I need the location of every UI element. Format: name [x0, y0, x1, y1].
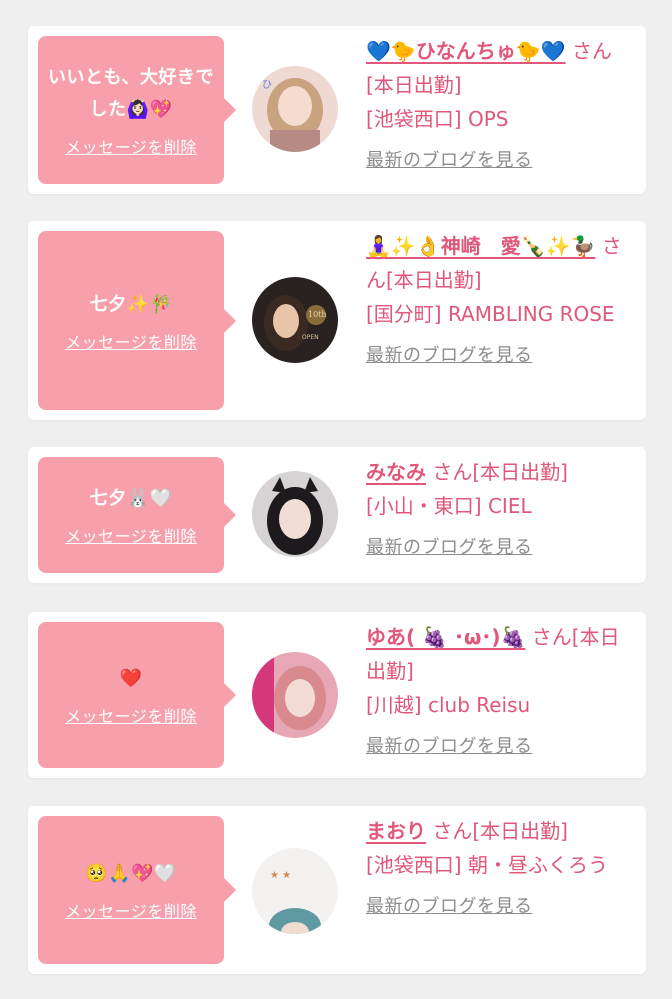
latest-blog-link[interactable]: 最新のブログを見る — [366, 730, 533, 764]
shop-label: [小山・東口] CIEL — [366, 494, 532, 518]
message-text: いいとも、大好きでした🙆🏻‍♀️💖 — [48, 67, 214, 120]
cast-info: まおり さん[本日出勤] [池袋西口] 朝・昼ふくろう 最新のブログを見る — [366, 814, 638, 924]
cast-name-link[interactable]: 🧘‍♀️✨👌神崎 愛🍾✨🦆 — [366, 234, 595, 258]
delete-message-link[interactable]: メッセージを削除 — [65, 523, 197, 547]
shop-label: [川越] club Reisu — [366, 693, 531, 717]
list-item: 🥺🙏💖🤍 メッセージを削除 ★ ★ まおり さん[本日出勤] [池袋西口] 朝・… — [28, 806, 646, 974]
shop-label: [池袋西口] 朝・昼ふくろう — [366, 853, 608, 877]
latest-blog-link[interactable]: 最新のブログを見る — [366, 531, 533, 565]
svg-text:★ ★: ★ ★ — [270, 870, 291, 881]
cast-name-link[interactable]: 💙🐤ひなんちゅ🐤💙 — [366, 39, 566, 63]
cast-name-link[interactable]: まおり — [366, 819, 426, 843]
delete-message-link[interactable]: メッセージを削除 — [65, 703, 197, 727]
message-bubble: いいとも、大好きでした🙆🏻‍♀️💖 メッセージを削除 — [38, 36, 236, 184]
cast-name-link[interactable]: みなみ — [366, 460, 426, 484]
list-item: いいとも、大好きでした🙆🏻‍♀️💖 メッセージを削除 ひ 💙🐤ひなんちゅ🐤💙 さ… — [28, 26, 646, 194]
avatar[interactable]: ひ — [252, 66, 338, 152]
message-text: ❤️ — [119, 668, 143, 689]
latest-blog-link[interactable]: 最新のブログを見る — [366, 339, 533, 373]
cast-status: さん[本日出勤] — [426, 819, 568, 843]
cast-info: 💙🐤ひなんちゅ🐤💙 さん[本日出勤] [池袋西口] OPS 最新のブログを見る — [366, 34, 638, 178]
list-item: 七夕🐰🤍 メッセージを削除 みなみ さん[本日出勤] [小山・東口] CIEL … — [28, 447, 646, 583]
message-bubble: 七夕✨🎋 メッセージを削除 — [38, 231, 236, 410]
avatar[interactable] — [252, 652, 338, 738]
avatar[interactable]: 10th OPEN — [252, 277, 338, 363]
list-item: ❤️ メッセージを削除 ゆあ( 🍇 ･ω･)🍇 さん[本日出勤] [川越] cl… — [28, 612, 646, 778]
message-text: 七夕🐰🤍 — [89, 488, 173, 509]
latest-blog-link[interactable]: 最新のブログを見る — [366, 890, 533, 924]
message-list: いいとも、大好きでした🙆🏻‍♀️💖 メッセージを削除 ひ 💙🐤ひなんちゅ🐤💙 さ… — [0, 0, 672, 999]
delete-message-link[interactable]: メッセージを削除 — [65, 898, 197, 922]
shop-label: [国分町] RAMBLING ROSE — [366, 302, 615, 326]
avatar[interactable]: ★ ★ — [252, 848, 338, 934]
svg-text:10th: 10th — [308, 310, 327, 319]
list-item: 七夕✨🎋 メッセージを削除 10th OPEN 🧘‍♀️✨👌神崎 愛🍾✨🦆 さん… — [28, 221, 646, 420]
latest-blog-link[interactable]: 最新のブログを見る — [366, 144, 533, 178]
message-bubble: 🥺🙏💖🤍 メッセージを削除 — [38, 816, 236, 964]
svg-text:ひ: ひ — [262, 80, 272, 91]
cast-name-link[interactable]: ゆあ( 🍇 ･ω･)🍇 — [366, 625, 525, 649]
cast-status: さん[本日出勤] — [426, 460, 568, 484]
cast-info: みなみ さん[本日出勤] [小山・東口] CIEL 最新のブログを見る — [366, 455, 638, 565]
delete-message-link[interactable]: メッセージを削除 — [65, 329, 197, 353]
shop-label: [池袋西口] OPS — [366, 107, 509, 131]
avatar[interactable] — [252, 471, 338, 557]
message-bubble: 七夕🐰🤍 メッセージを削除 — [38, 457, 236, 573]
message-bubble: ❤️ メッセージを削除 — [38, 622, 236, 768]
cast-info: 🧘‍♀️✨👌神崎 愛🍾✨🦆 さん[本日出勤] [国分町] RAMBLING RO… — [366, 229, 638, 373]
svg-text:OPEN: OPEN — [302, 334, 319, 341]
delete-message-link[interactable]: メッセージを削除 — [65, 134, 197, 158]
cast-info: ゆあ( 🍇 ･ω･)🍇 さん[本日出勤] [川越] club Reisu 最新の… — [366, 620, 638, 764]
message-text: 七夕✨🎋 — [89, 293, 173, 315]
message-text: 🥺🙏💖🤍 — [85, 863, 177, 884]
